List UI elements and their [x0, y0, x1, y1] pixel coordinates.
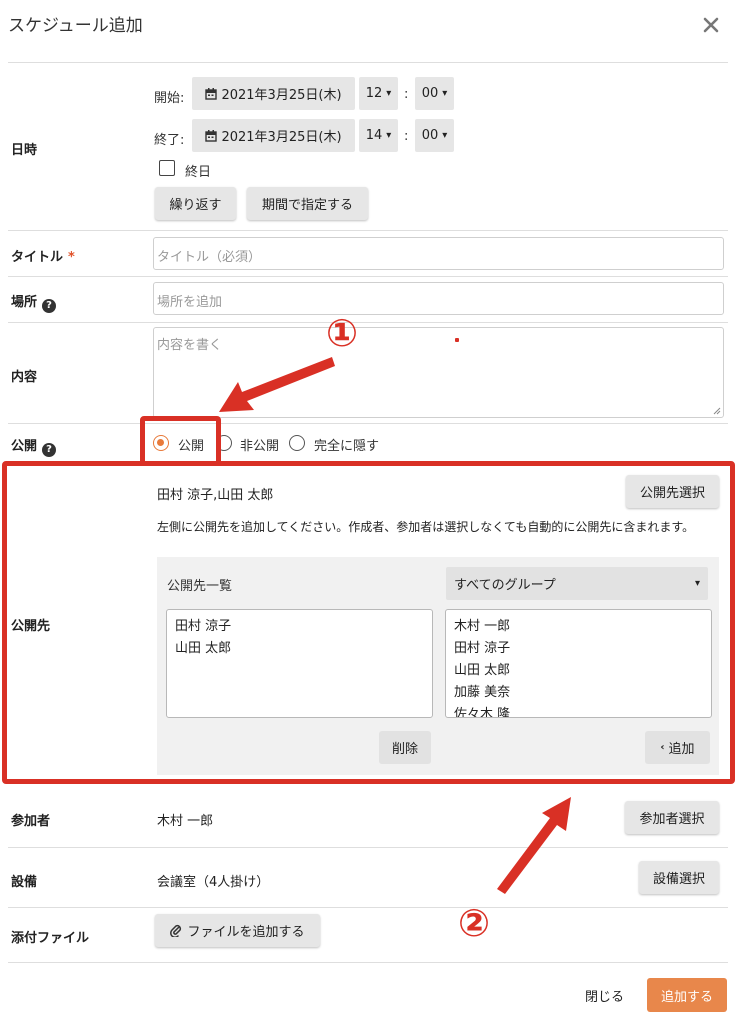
resize-handle-icon[interactable] — [713, 407, 721, 415]
period-button[interactable]: 期間で指定する — [247, 187, 368, 220]
radio-private-label: 非公開 — [240, 439, 280, 454]
content-placeholder: 内容を書く — [157, 338, 223, 353]
end-minute-select[interactable]: 00 ▾ — [415, 119, 454, 152]
title-label: タイトル * — [11, 246, 75, 265]
repeat-button[interactable]: 繰り返す — [155, 187, 236, 220]
title-input[interactable]: タイトル（必須） — [153, 237, 724, 270]
start-date-text: 2021年3月25日(木) — [221, 88, 342, 103]
annotation-highlight-public — [140, 416, 221, 466]
end-label: 終了: — [154, 133, 185, 148]
location-input[interactable]: 場所を追加 — [153, 282, 724, 315]
visibility-label-text: 公開 — [11, 439, 38, 454]
radio-hidden[interactable] — [289, 435, 305, 451]
end-minute-value: 00 — [421, 128, 439, 143]
help-icon[interactable]: ? — [42, 299, 57, 313]
equipment-value: 会議室（4人掛け） — [157, 875, 270, 890]
location-label-text: 場所 — [11, 295, 38, 310]
end-date-picker[interactable]: 2021年3月25日(木) — [192, 119, 355, 152]
divider — [8, 62, 728, 63]
divider — [8, 423, 728, 424]
participants-value: 木村 一郎 — [157, 814, 214, 829]
allday-checkbox[interactable] — [159, 160, 175, 176]
title-label-text: タイトル — [11, 250, 64, 265]
radio-hidden-label: 完全に隠す — [314, 439, 380, 454]
required-mark: * — [68, 250, 75, 265]
add-file-label: ファイルを追加する — [187, 925, 305, 940]
help-icon[interactable]: ? — [42, 443, 57, 457]
participants-select-button[interactable]: 参加者選択 — [625, 801, 719, 834]
annotation-arrow-2 — [497, 797, 571, 894]
close-link[interactable]: 閉じる — [585, 986, 624, 1005]
start-hour-value: 12 — [365, 86, 383, 101]
equipment-select-button[interactable]: 設備選択 — [639, 861, 719, 894]
start-label: 開始: — [154, 91, 185, 106]
equipment-label: 設備 — [11, 875, 38, 890]
time-separator: : — [404, 87, 409, 102]
annotation-highlight-audience — [2, 461, 735, 784]
divider — [8, 322, 728, 323]
start-minute-value: 00 — [421, 86, 439, 101]
start-date-picker[interactable]: 2021年3月25日(木) — [192, 77, 355, 110]
divider — [8, 962, 728, 963]
chevron-down-icon: ▾ — [442, 130, 448, 141]
location-placeholder: 場所を追加 — [157, 295, 223, 310]
content-label: 内容 — [11, 370, 38, 385]
dialog-title: スケジュール追加 — [8, 16, 143, 36]
visibility-label: 公開? — [11, 435, 57, 457]
calendar-icon — [205, 129, 218, 142]
content-textarea[interactable]: 内容を書く — [153, 327, 724, 418]
title-placeholder: タイトル（必須） — [157, 250, 262, 265]
annotation-dot — [455, 338, 459, 342]
location-label: 場所? — [11, 291, 57, 313]
divider — [8, 907, 728, 908]
time-separator: : — [404, 129, 409, 144]
datetime-label: 日時 — [11, 143, 38, 158]
end-hour-value: 14 — [365, 128, 383, 143]
submit-button[interactable]: 追加する — [647, 978, 727, 1012]
end-hour-select[interactable]: 14 ▾ — [359, 119, 398, 152]
end-date-text: 2021年3月25日(木) — [221, 130, 342, 145]
divider — [8, 847, 728, 848]
allday-label: 終日 — [185, 165, 212, 180]
divider — [8, 276, 728, 277]
attachment-label: 添付ファイル — [11, 931, 90, 946]
participants-label: 参加者 — [11, 814, 51, 829]
start-minute-select[interactable]: 00 ▾ — [415, 77, 454, 110]
divider — [8, 230, 728, 231]
close-icon[interactable] — [702, 16, 720, 34]
chevron-down-icon: ▾ — [386, 130, 392, 141]
start-hour-select[interactable]: 12 ▾ — [359, 77, 398, 110]
annotation-marker-2: ② — [458, 901, 491, 945]
add-file-button[interactable]: ファイルを追加する — [155, 914, 320, 947]
chevron-down-icon: ▾ — [386, 88, 392, 99]
paperclip-icon — [170, 924, 182, 937]
annotation-marker-1: ① — [326, 311, 359, 355]
calendar-icon — [205, 87, 218, 100]
chevron-down-icon: ▾ — [442, 88, 448, 99]
